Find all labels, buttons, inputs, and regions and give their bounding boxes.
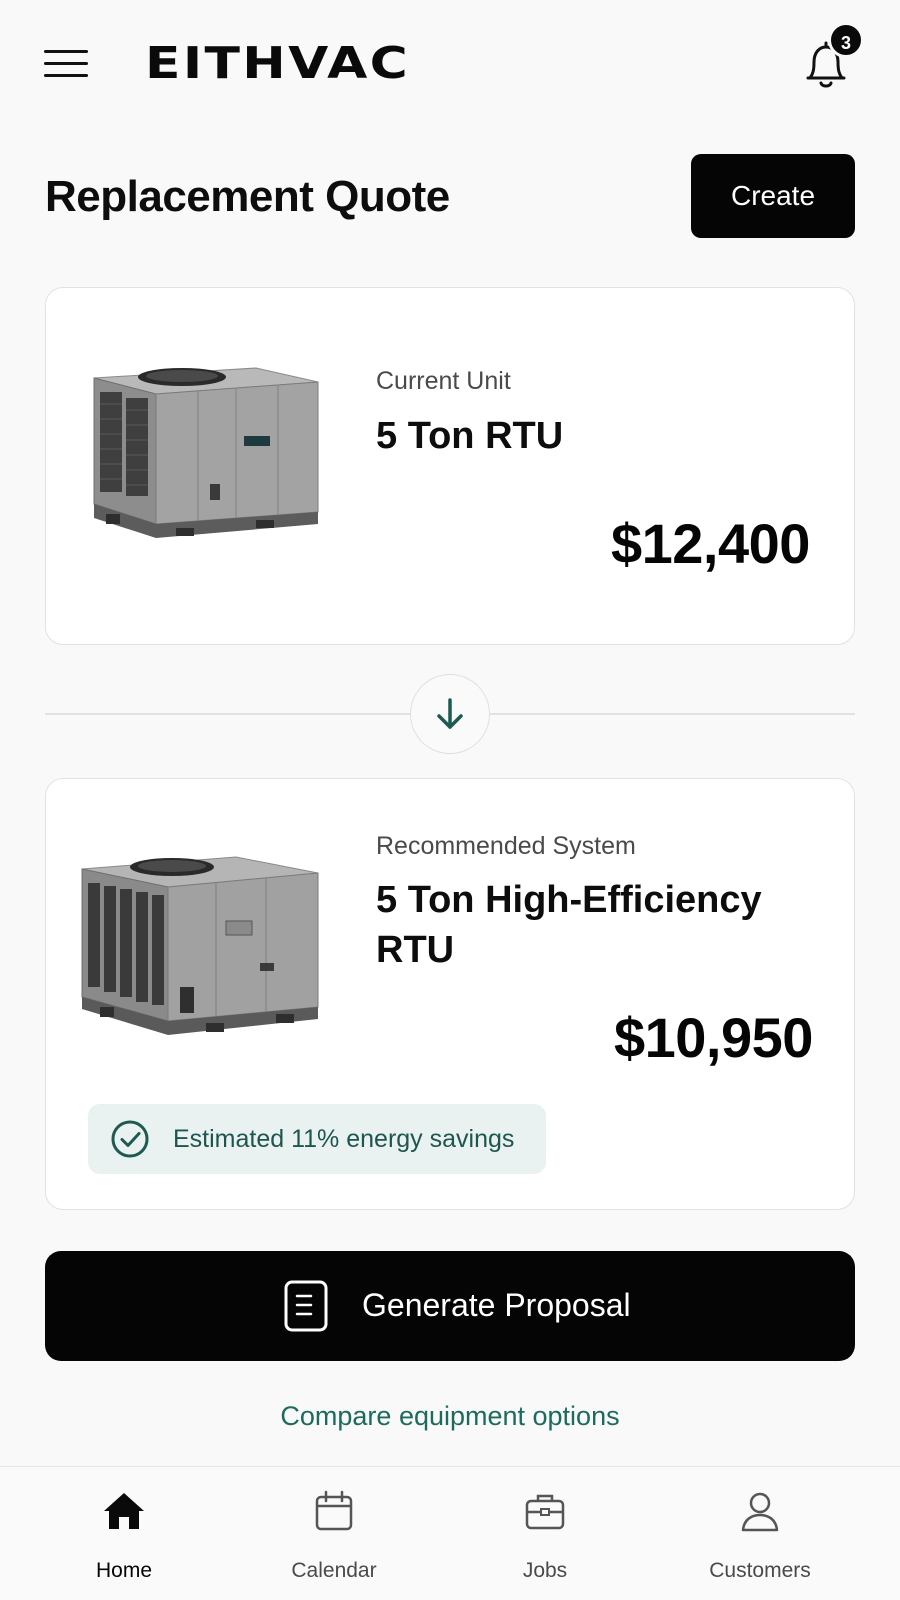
rooftop-unit-image xyxy=(93,367,319,538)
nav-jobs[interactable]: Jobs xyxy=(445,1467,645,1600)
recommended-system-label: Recommended System xyxy=(376,832,636,860)
user-icon xyxy=(741,1492,779,1532)
app-screen: EITHVAC 3 Replacement Quote Create Curre… xyxy=(0,0,900,1600)
compare-equipment-link[interactable]: Compare equipment options xyxy=(0,1401,900,1432)
arrow-down-icon xyxy=(437,698,463,729)
recommended-system-card[interactable]: Recommended System 5 Ton High-Efficiency… xyxy=(45,778,855,1210)
menu-icon[interactable] xyxy=(44,46,90,80)
calendar-icon xyxy=(315,1490,353,1531)
nav-customers[interactable]: Customers xyxy=(660,1467,860,1600)
app-logo: EITHVAC xyxy=(145,38,411,89)
current-unit-name: 5 Ton RTU xyxy=(376,415,564,457)
energy-savings-text: Estimated 11% energy savings xyxy=(173,1125,515,1153)
nav-home-label: Home xyxy=(95,1559,153,1582)
nav-customers-label: Customers xyxy=(709,1559,811,1582)
recommended-system-price: $10,950 xyxy=(614,1006,813,1069)
document-icon xyxy=(284,1280,328,1332)
home-icon xyxy=(104,1493,144,1529)
current-unit-card[interactable]: Current Unit 5 Ton RTU $12,400 xyxy=(45,287,855,645)
generate-proposal-button[interactable]: Generate Proposal xyxy=(45,1251,855,1361)
create-button[interactable]: Create xyxy=(691,154,855,238)
notification-badge: 3 xyxy=(828,22,864,58)
generate-proposal-label: Generate Proposal xyxy=(362,1287,631,1323)
bottom-navigation: Home Calendar Jobs Customers xyxy=(0,1466,900,1600)
nav-home[interactable]: Home xyxy=(24,1467,224,1600)
replace-arrow-badge xyxy=(410,674,490,754)
check-circle-icon xyxy=(111,1120,149,1158)
recommended-system-name: 5 Ton High-Efficiency RTU xyxy=(376,879,762,971)
page-title: Replacement Quote xyxy=(45,172,450,221)
nav-jobs-label: Jobs xyxy=(522,1559,568,1582)
rooftop-unit-image xyxy=(81,856,319,1035)
current-unit-price: $12,400 xyxy=(611,512,810,575)
top-bar: EITHVAC 3 xyxy=(0,0,900,130)
current-unit-label: Current Unit xyxy=(376,367,511,395)
nav-calendar[interactable]: Calendar xyxy=(234,1467,434,1600)
nav-calendar-label: Calendar xyxy=(291,1559,377,1582)
energy-savings-badge: Estimated 11% energy savings xyxy=(88,1104,546,1174)
briefcase-icon xyxy=(525,1494,565,1530)
